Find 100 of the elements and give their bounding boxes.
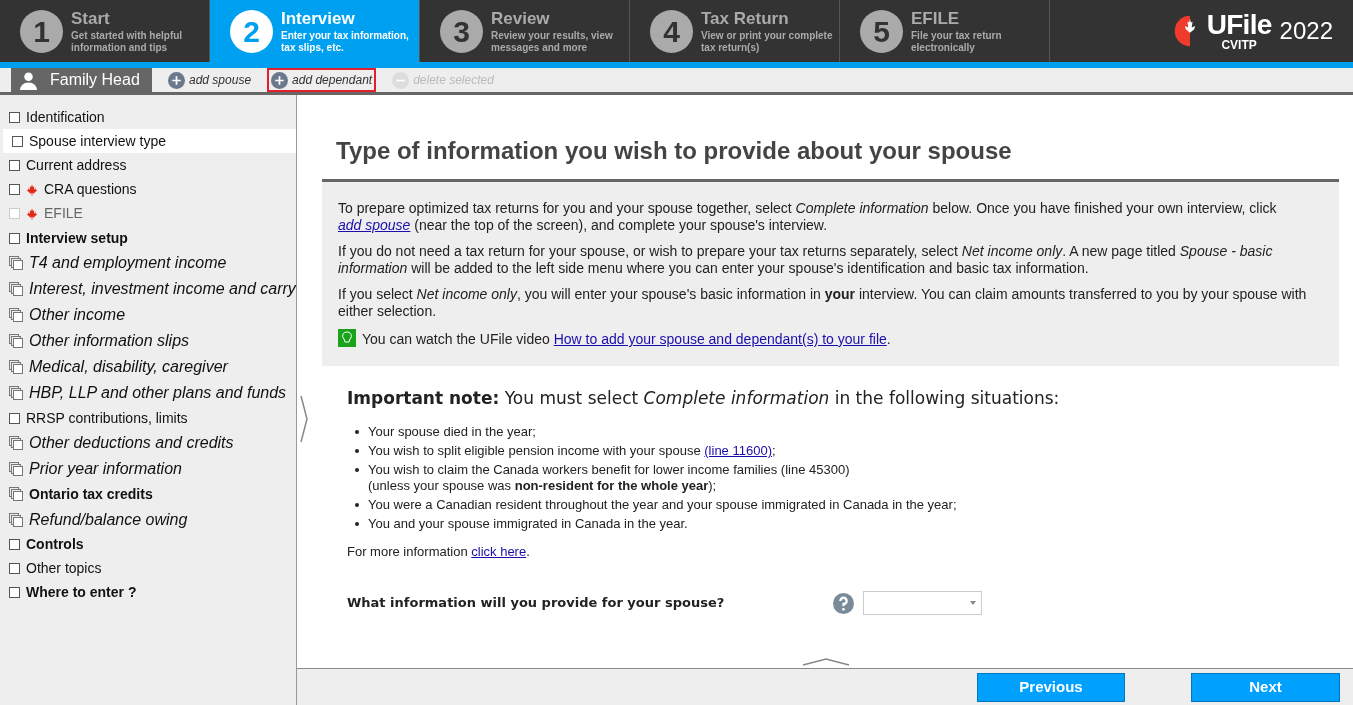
sidebar-item[interactable]: CRA questions	[0, 177, 296, 202]
situation-item: You wish to claim the Canada workers benefit for lower income families (line 45300) (unless your spouse was non-resident for the whole year);	[368, 461, 850, 494]
inline-link[interactable]: add spouse	[338, 217, 411, 233]
item-label: Prior year information	[29, 459, 182, 480]
step-title: Tax Return	[701, 8, 790, 30]
step-title: Start	[71, 8, 111, 30]
checkbox[interactable]	[9, 232, 20, 244]
question-label: What information will you provide for your spouse?	[347, 594, 726, 613]
sidebar-item[interactable]: Identification	[0, 105, 296, 130]
bullet-icon	[355, 502, 359, 507]
item-label: Other topics	[26, 559, 102, 579]
item-label: Interest, investment income and carry	[29, 279, 296, 300]
stacked-pages-icon	[9, 436, 23, 451]
sidebar-item[interactable]: Current address	[0, 153, 296, 178]
toolbar-action-button[interactable]: add dependant	[267, 68, 377, 92]
step-title: Interview	[281, 8, 356, 30]
item-label: CRA questions	[44, 180, 137, 200]
item-label: Identification	[26, 107, 105, 127]
item-label: Other information slips	[29, 331, 190, 352]
sidebar-item[interactable]: Other topics	[0, 556, 296, 581]
item-label: Spouse interview type	[29, 131, 166, 151]
checkbox[interactable]	[9, 184, 20, 196]
checkbox[interactable]	[9, 539, 20, 551]
step-number: 1	[20, 9, 63, 53]
step-description: View or print your complete tax return(s)	[701, 29, 834, 54]
sidebar-item[interactable]: Controls	[0, 532, 296, 557]
step-number: 4	[650, 9, 693, 53]
item-label: Controls	[26, 535, 84, 555]
item-label: Ontario tax credits	[29, 484, 153, 504]
stacked-pages-icon	[9, 386, 23, 401]
toolbar-action-button[interactable]: add spouse	[164, 68, 256, 92]
sidebar-item[interactable]: Refund/balance owing	[0, 506, 296, 533]
info-paragraph: To prepare optimized tax returns for you and your spouse together, select Complete information below. Once you have finished your own interview, click add spouse (near the top of the screen), and complete your spouse's interview.	[338, 200, 1278, 234]
more-info-text: For more information click here.	[347, 542, 531, 561]
stacked-pages-icon	[9, 334, 23, 349]
bullet-icon	[355, 521, 359, 526]
item-label: RRSP contributions, limits	[26, 408, 188, 428]
sidebar-item[interactable]: Where to enter ?	[0, 580, 296, 606]
expand-up-icon[interactable]	[802, 658, 850, 666]
situation-item: You were a Canadian resident throughout the year and your spouse immigrated in Canada in the year;	[368, 496, 957, 513]
item-label: Current address	[26, 155, 127, 175]
step-title: Review	[491, 8, 551, 30]
sidebar-item[interactable]: Other deductions and credits	[0, 430, 296, 457]
item-label: Other income	[29, 305, 126, 326]
person-icon	[19, 70, 38, 90]
checkbox[interactable]	[9, 111, 20, 123]
checkbox[interactable]	[9, 159, 20, 171]
important-note: Important note: You must select Complete information in the following situations:	[347, 387, 1061, 410]
sidebar-item[interactable]: HBP, LLP and other plans and funds	[0, 380, 296, 407]
sidebar-item[interactable]: Other income	[0, 302, 296, 329]
sidebar-item[interactable]: Ontario tax credits	[0, 482, 296, 507]
step-description: Enter your tax information, tax slips, etc.	[281, 29, 410, 54]
item-label: Where to enter ?	[26, 583, 137, 603]
checkbox[interactable]	[9, 563, 20, 575]
item-label: Other deductions and credits	[29, 433, 234, 454]
checkbox[interactable]	[9, 587, 20, 599]
sidebar-item[interactable]: T4 and employment income	[0, 250, 296, 277]
plus-circle-icon	[168, 71, 185, 89]
bullet-icon	[355, 429, 359, 434]
step-number: 3	[440, 9, 483, 53]
logo-subtitle: CVITP	[1221, 39, 1257, 51]
step-description: Get started with helpful information and tips	[71, 29, 184, 54]
family-head-tab[interactable]: Family Head	[11, 68, 152, 92]
situation-item: Your spouse died in the year;	[368, 423, 536, 440]
step-description: Review your results, view messages and more	[491, 29, 614, 54]
info-paragraph: If you do not need a tax return for your spouse, or wish to prepare your tax returns separately, select Net income only. A new page titled Spouse - basic information will be added to the left side menu where you can enter your spouse's identification and basic tax information.	[338, 243, 1274, 277]
stacked-pages-icon	[9, 512, 23, 527]
checkbox[interactable]	[12, 135, 23, 147]
sidebar-item[interactable]: Interview setup	[0, 225, 296, 251]
item-label: Medical, disability, caregiver	[29, 357, 228, 378]
sidebar-item[interactable]: Spouse interview type	[3, 129, 296, 154]
help-icon[interactable]	[833, 592, 854, 614]
step-number: 2	[230, 9, 273, 53]
stacked-pages-icon	[9, 256, 23, 271]
video-link[interactable]: How to add your spouse and dependant(s) to your file	[553, 331, 887, 347]
stacked-pages-icon	[9, 282, 23, 297]
info-paragraph: If you select Net income only, you will enter your spouse's basic information in your interview. You can claim amounts transferred to you by your spouse with either selection.	[338, 286, 1308, 320]
logo-year: 2022	[1279, 16, 1333, 46]
step-description: File your tax return electronically	[911, 29, 1003, 54]
stacked-pages-icon	[9, 308, 23, 323]
sidebar-item[interactable]: Medical, disability, caregiver	[0, 354, 296, 381]
item-label: HBP, LLP and other plans and funds	[29, 383, 287, 404]
minus-circle-icon	[392, 71, 410, 89]
caret-icon	[970, 601, 976, 605]
line-link[interactable]: (line 11600)	[704, 442, 772, 458]
tab-label: Family Head	[50, 70, 140, 90]
sidebar-item[interactable]: Prior year information	[0, 456, 296, 483]
lightbulb-icon	[338, 329, 356, 347]
sidebar-item[interactable]: Other information slips	[0, 328, 296, 355]
item-label: Interview setup	[26, 228, 128, 248]
bullet-icon	[355, 467, 359, 472]
situation-item: You wish to split eligible pension income with your spouse (line 11600);	[368, 442, 776, 459]
step-title: EFILE	[911, 8, 961, 30]
sidebar-item[interactable]: Interest, investment income and carry	[0, 276, 296, 303]
sidebar-item[interactable]: RRSP contributions, limits	[0, 406, 296, 431]
checkbox[interactable]	[9, 412, 20, 424]
item-label: EFILE	[44, 204, 83, 224]
situation-item: You and your spouse immigrated in Canada in the year.	[368, 515, 688, 532]
collapse-sidebar-icon[interactable]	[300, 395, 308, 443]
bullet-icon	[355, 448, 359, 453]
